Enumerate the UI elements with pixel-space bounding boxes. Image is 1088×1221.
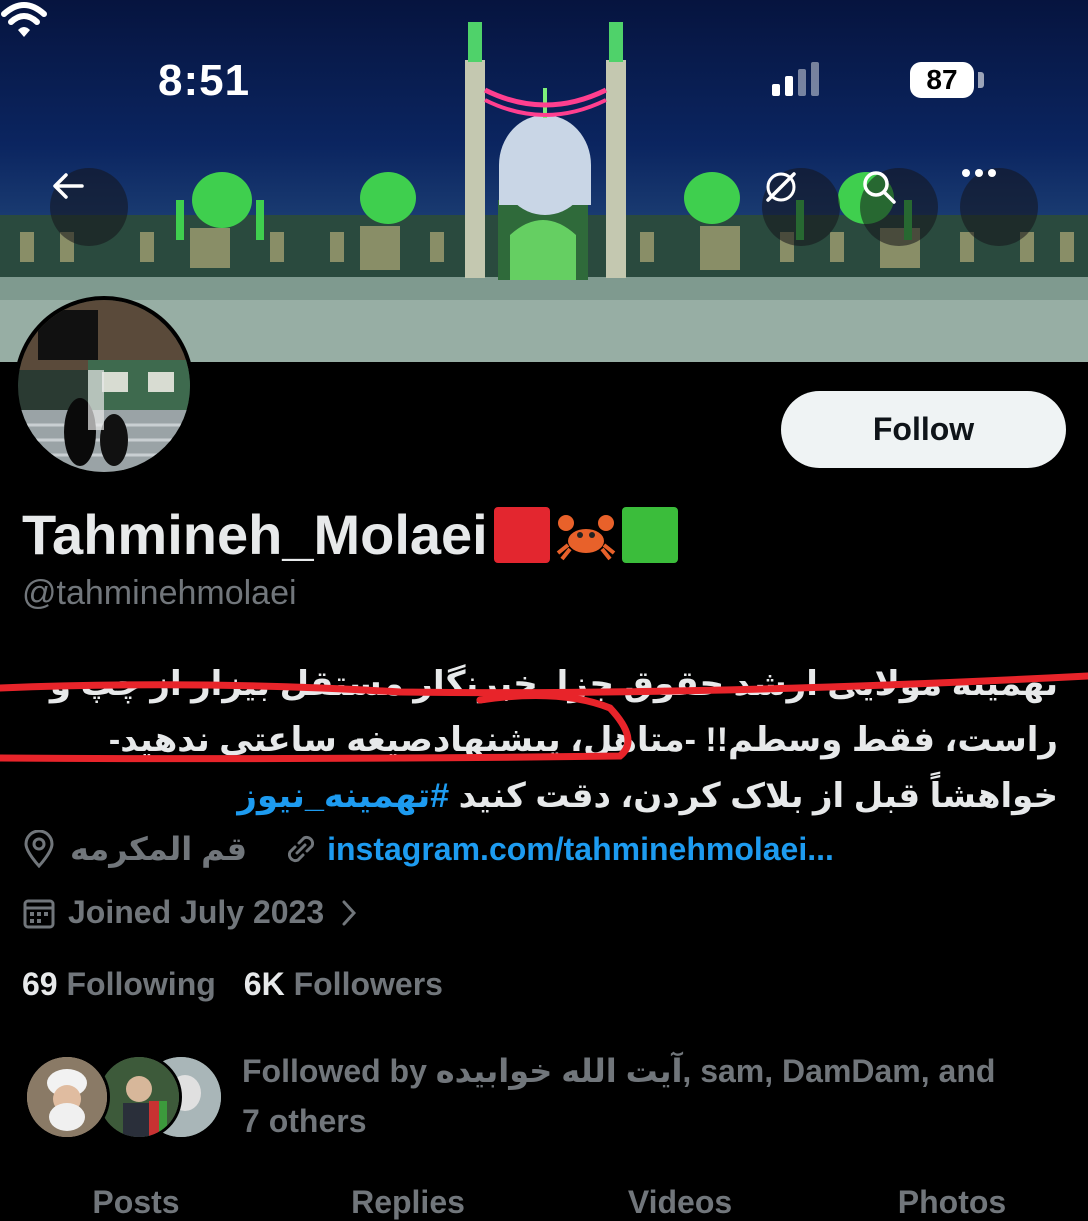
- bio-line-2: راست، فقط وسطم!! -متاهل، پیشنهادصیغه ساع…: [108, 721, 1058, 759]
- cellular-signal-icon: [772, 62, 819, 96]
- grok-button[interactable]: [762, 168, 840, 246]
- status-time: 8:51: [158, 56, 251, 105]
- profile-meta-joined: Joined July 2023: [22, 894, 360, 931]
- header-banner[interactable]: 8:51 87: [0, 0, 1088, 362]
- green-square-icon: [621, 506, 678, 563]
- chevron-right-icon[interactable]: [338, 898, 360, 928]
- battery-indicator: 87: [910, 62, 974, 98]
- followed-by-line-1: Followed by آیت الله خوابیده, sam, DamDa…: [242, 1053, 996, 1089]
- followers-count: 6K: [243, 966, 285, 1002]
- followers-link[interactable]: 6K Followers: [244, 966, 443, 1003]
- bio-line-3-text: خواهشاً قبل از بلاک کردن، دقت کنید: [458, 777, 1058, 815]
- following-link[interactable]: 69 Following: [22, 966, 216, 1003]
- link-icon: [288, 835, 315, 863]
- tab-photos[interactable]: Photos: [816, 1184, 1088, 1220]
- arrow-left-icon: [53, 173, 84, 199]
- tab-videos[interactable]: Videos: [544, 1184, 816, 1220]
- profile-tabs: Posts Replies Videos Photos: [0, 1184, 1088, 1220]
- back-button[interactable]: [50, 168, 128, 246]
- profile-bio: تهمینه مولایی ارشد حقوق جزا. خبرنگار مست…: [8, 656, 1058, 824]
- tab-replies[interactable]: Replies: [272, 1184, 544, 1220]
- follower-avatar-1-image: [27, 1057, 107, 1137]
- profile-meta-location-website: قم المکرمه instagram.com/tahminehmolaei.…: [22, 830, 834, 868]
- profile-stats: 69 Following 6K Followers: [22, 966, 443, 1003]
- bio-hashtag-link[interactable]: #تهمینه_نیوز: [237, 777, 449, 815]
- crab-icon: [556, 514, 615, 560]
- followers-label: Followers: [293, 966, 443, 1002]
- search-icon: [863, 171, 896, 204]
- bio-line-1: تهمینه مولایی ارشد حقوق جزا. خبرنگار مست…: [49, 665, 1058, 703]
- more-dots-icon: [962, 169, 996, 177]
- red-square-icon: [493, 506, 550, 563]
- followed-by-text[interactable]: Followed by آیت الله خوابیده, sam, DamDa…: [242, 1046, 1062, 1146]
- follower-avatar-1: [24, 1054, 110, 1140]
- calendar-icon: [23, 899, 55, 928]
- display-name: Tahmineh_Molaei: [22, 502, 678, 567]
- more-button[interactable]: [960, 168, 1038, 246]
- profile-website-link[interactable]: instagram.com/tahminehmolaei...: [327, 831, 834, 868]
- battery-tip-icon: [978, 72, 984, 88]
- avatar-image: [18, 300, 190, 472]
- followed-by-line-2: 7 others: [242, 1103, 367, 1139]
- bio-line-3: خواهشاً قبل از بلاک کردن، دقت کنید #تهمی…: [8, 768, 1058, 824]
- grok-icon: [766, 172, 796, 202]
- following-label: Following: [66, 966, 216, 1002]
- profile-handle: @tahminehmolaei: [22, 574, 297, 612]
- location-pin-icon: [24, 830, 54, 868]
- profile-avatar[interactable]: [14, 296, 194, 476]
- profile-location: قم المکرمه: [70, 831, 248, 867]
- follow-button[interactable]: Follow: [781, 391, 1066, 468]
- wifi-icon: [1, 2, 47, 37]
- profile-joined-date: Joined July 2023: [68, 894, 325, 930]
- following-count: 69: [22, 966, 58, 1002]
- search-button[interactable]: [860, 168, 938, 246]
- tab-posts[interactable]: Posts: [0, 1184, 272, 1220]
- follower-avatar-2-image: [99, 1057, 179, 1137]
- display-name-text: Tahmineh_Molaei: [22, 503, 488, 566]
